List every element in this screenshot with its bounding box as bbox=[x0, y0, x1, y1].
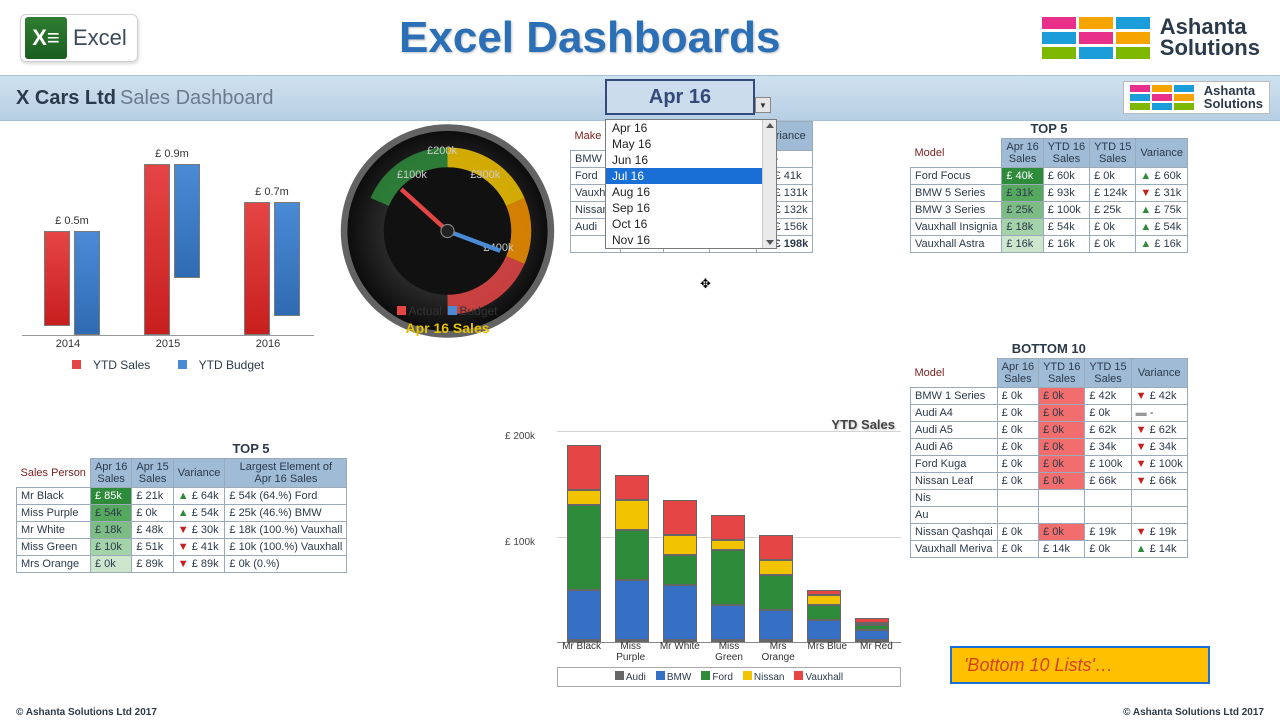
ashanta-bars-icon bbox=[1130, 85, 1194, 110]
month-option[interactable]: Apr 16 bbox=[606, 120, 776, 136]
month-option[interactable]: Nov 16 bbox=[606, 232, 776, 248]
svg-text:£300k: £300k bbox=[470, 169, 500, 181]
ashanta-logo: AshantaSolutions bbox=[1042, 17, 1260, 59]
ashanta-logo-small: AshantaSolutions bbox=[1123, 81, 1270, 114]
excel-icon: X≡ bbox=[25, 17, 67, 59]
dropdown-arrow-icon[interactable]: ▼ bbox=[755, 97, 771, 113]
model-top5-section: TOP 5 Model Apr 16SalesYTD 16SalesYTD 15… bbox=[910, 121, 1188, 253]
table-row: BMW 3 Series£ 25k£ 100k£ 25k▲ £ 75k bbox=[911, 202, 1188, 219]
salesperson-top5-section: TOP 5 Sales Person Apr 16SalesApr 15Sale… bbox=[16, 441, 486, 573]
table-row: BMW 5 Series£ 31k£ 93k£ 124k▼ £ 31k bbox=[911, 185, 1188, 202]
page-header: X≡ Excel Excel Dashboards AshantaSolutio… bbox=[0, 0, 1280, 75]
page-title: Excel Dashboards bbox=[399, 13, 781, 63]
salesperson-top5-table: Sales Person Apr 16SalesApr 15SalesVaria… bbox=[16, 458, 347, 573]
gauge-chart: £100k £200k £300k £400k Actual Budget Ap… bbox=[335, 121, 560, 336]
table-row: Vauxhall Insignia£ 18k£ 54k£ 0k▲ £ 54k bbox=[911, 219, 1188, 236]
table-row: Miss Purple£ 54k£ 0k▲ £ 54k£ 25k (46.%) … bbox=[17, 505, 347, 522]
table-row: Au bbox=[911, 507, 1188, 524]
table-row: Audi A4£ 0k£ 0k£ 0k▬ - bbox=[911, 405, 1188, 422]
table-row: Nissan Leaf£ 0k£ 0k£ 66k▼ £ 66k bbox=[911, 473, 1188, 490]
table-row: Vauxhall Meriva£ 0k£ 14k£ 0k▲ £ 14k bbox=[911, 541, 1188, 558]
yearly-bar-chart: £ 0.5m£ 0.9m£ 0.7m 201420152016 YTD Sale… bbox=[18, 126, 318, 416]
month-option[interactable]: Jun 16 bbox=[606, 152, 776, 168]
month-selected[interactable]: Apr 16 ▼ bbox=[605, 79, 755, 115]
cursor-icon: ✥ bbox=[700, 276, 711, 292]
model-bottom10-section: BOTTOM 10 Model Apr 16SalesYTD 16SalesYT… bbox=[910, 341, 1188, 558]
model-bottom10-table: Model Apr 16SalesYTD 16SalesYTD 15SalesV… bbox=[910, 358, 1188, 558]
month-selector[interactable]: Apr 16 ▼ Apr 16May 16Jun 16Jul 16Aug 16S… bbox=[605, 79, 755, 115]
table-row: Vauxhall Astra£ 16k£ 16k£ 0k▲ £ 16k bbox=[911, 236, 1188, 253]
caption-overlay: 'Bottom 10 Lists'… bbox=[950, 646, 1210, 684]
copyright-left: © Ashanta Solutions Ltd 2017 bbox=[16, 707, 157, 718]
table-row: Miss Green£ 10k£ 51k▼ £ 41k£ 10k (100.%)… bbox=[17, 539, 347, 556]
month-option[interactable]: May 16 bbox=[606, 136, 776, 152]
dropdown-scrollbar[interactable] bbox=[762, 120, 776, 248]
table-row: Nissan Qashqai£ 0k£ 0k£ 19k▼ £ 19k bbox=[911, 524, 1188, 541]
ashanta-bars-icon bbox=[1042, 17, 1150, 59]
copyright-right: © Ashanta Solutions Ltd 2017 bbox=[1123, 707, 1264, 718]
table-row: Ford Kuga£ 0k£ 0k£ 100k▼ £ 100k bbox=[911, 456, 1188, 473]
svg-text:£200k: £200k bbox=[427, 145, 457, 157]
month-option[interactable]: Aug 16 bbox=[606, 184, 776, 200]
table-row: Audi A6£ 0k£ 0k£ 34k▼ £ 34k bbox=[911, 439, 1188, 456]
dashboard-title: X Cars LtdSales Dashboard bbox=[16, 87, 273, 110]
table-row: Mr White£ 18k£ 48k▼ £ 30k£ 18k (100.%) V… bbox=[17, 522, 347, 539]
table-row: Mrs Orange£ 0k£ 89k▼ £ 89k£ 0k (0.%) bbox=[17, 556, 347, 573]
svg-text:£100k: £100k bbox=[397, 169, 427, 181]
excel-label: Excel bbox=[73, 25, 127, 51]
table-row: BMW 1 Series£ 0k£ 0k£ 42k▼ £ 42k bbox=[911, 388, 1188, 405]
month-option[interactable]: Jul 16 bbox=[606, 168, 776, 184]
stacked-legend: Audi BMW Ford Nissan Vauxhall bbox=[557, 667, 901, 687]
ashanta-text: AshantaSolutions bbox=[1160, 17, 1260, 59]
excel-logo: X≡ Excel bbox=[20, 14, 138, 62]
ytd-stacked-chart: YTD Sales £ 200k£ 100k Mr BlackMiss Purp… bbox=[505, 411, 905, 691]
month-option[interactable]: Sep 16 bbox=[606, 200, 776, 216]
table-row: Audi A5£ 0k£ 0k£ 62k▼ £ 62k bbox=[911, 422, 1188, 439]
dashboard-titlebar: X Cars LtdSales Dashboard Apr 16 ▼ Apr 1… bbox=[0, 75, 1280, 121]
table-row: Nis bbox=[911, 490, 1188, 507]
month-dropdown[interactable]: Apr 16May 16Jun 16Jul 16Aug 16Sep 16Oct … bbox=[605, 119, 777, 249]
model-top5-table: Model Apr 16SalesYTD 16SalesYTD 15SalesV… bbox=[910, 138, 1188, 253]
month-option[interactable]: Oct 16 bbox=[606, 216, 776, 232]
yearly-legend: YTD Sales YTD Budget bbox=[18, 358, 318, 372]
table-row: Mr Black£ 85k£ 21k▲ £ 64k£ 54k (64.%) Fo… bbox=[17, 488, 347, 505]
table-row: Ford Focus£ 40k£ 60k£ 0k▲ £ 60k bbox=[911, 168, 1188, 185]
